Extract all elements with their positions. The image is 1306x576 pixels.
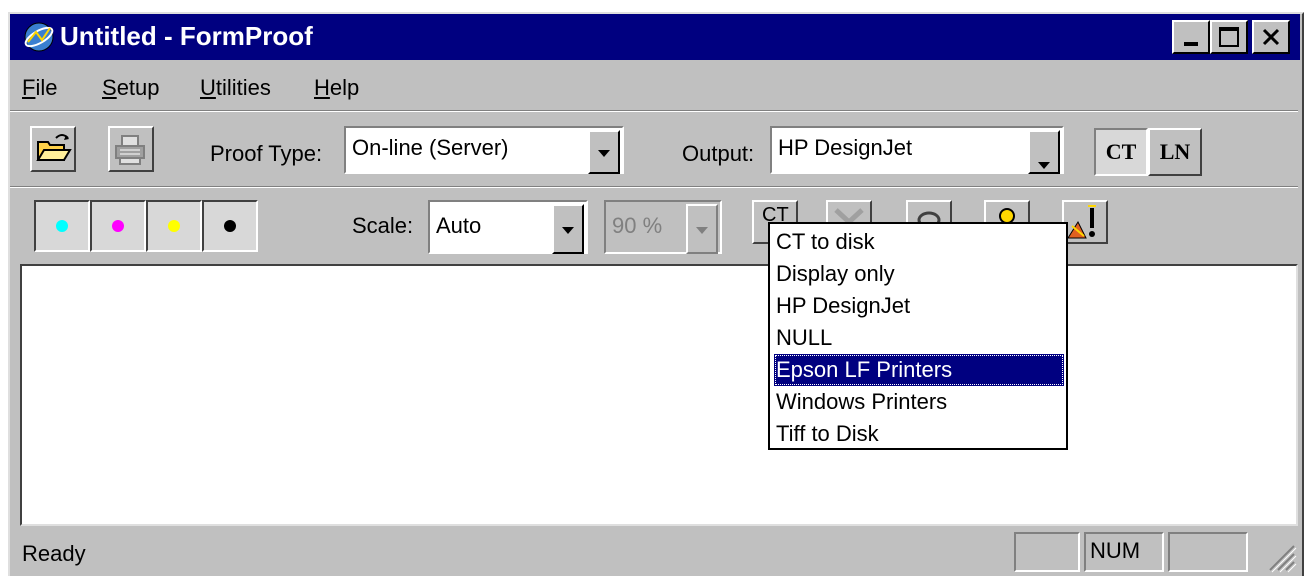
menu-setup-mnemonic: S <box>102 75 117 100</box>
magenta-dot-icon <box>112 220 124 232</box>
dropdown-item-windows-printers[interactable]: Windows Printers <box>774 386 1064 418</box>
menu-file-rest: ile <box>35 75 58 100</box>
zoom-combo[interactable]: 90 % <box>604 200 722 254</box>
status-pane-num: NUM <box>1084 532 1164 572</box>
dropdown-item-epson-lf-printers[interactable]: Epson LF Printers <box>774 354 1064 386</box>
scale-combo[interactable]: Auto <box>428 200 588 254</box>
close-icon <box>1262 28 1280 46</box>
status-pane-scroll <box>1168 532 1248 572</box>
open-folder-icon <box>36 134 72 161</box>
output-dropdown-button[interactable] <box>1028 130 1060 174</box>
menu-help-mnemonic: H <box>314 75 330 100</box>
output-dropdown-list: CT to disk Display only HP DesignJet NUL… <box>768 222 1068 450</box>
ln-toggle-label: LN <box>1159 139 1191 164</box>
maximize-button[interactable] <box>1210 20 1248 54</box>
document-area[interactable] <box>20 264 1298 526</box>
menu-utilities[interactable]: Utilities <box>200 74 271 102</box>
zoom-dropdown-button[interactable] <box>686 204 718 254</box>
minimize-button[interactable] <box>1172 20 1210 54</box>
resize-grip-icon[interactable] <box>1264 542 1300 574</box>
status-pane-caps <box>1014 532 1080 572</box>
black-dot-icon <box>224 220 236 232</box>
open-button[interactable] <box>30 126 76 172</box>
black-ink-button[interactable] <box>202 200 258 252</box>
dropdown-item-display-only[interactable]: Display only <box>774 258 1064 290</box>
dropdown-item-null[interactable]: NULL <box>774 322 1064 354</box>
menu-file[interactable]: File <box>22 74 57 102</box>
proof-type-value: On-line (Server) <box>352 135 509 160</box>
scale-label: Scale: <box>352 213 414 238</box>
output-combo[interactable]: HP DesignJet <box>770 126 1064 174</box>
magenta-ink-button[interactable] <box>90 200 146 252</box>
chevron-down-icon <box>1038 162 1050 169</box>
ct-toggle-label: CT <box>1105 139 1137 164</box>
proof-type-label: Proof Type: <box>210 141 323 166</box>
app-icon[interactable] <box>22 20 56 54</box>
dropdown-item-tiff-to-disk[interactable]: Tiff to Disk <box>774 418 1064 450</box>
proof-type-combo[interactable]: On-line (Server) <box>344 126 624 174</box>
menu-setup[interactable]: Setup <box>102 74 160 102</box>
dropdown-item-hp-designjet[interactable]: HP DesignJet <box>774 290 1064 322</box>
output-label: Output: <box>682 141 755 166</box>
alert-tool-button[interactable] <box>1062 200 1108 244</box>
chevron-down-icon <box>562 227 574 234</box>
ln-toggle-button[interactable]: LN <box>1148 128 1202 176</box>
menu-help-rest: elp <box>329 75 360 100</box>
menu-separator <box>10 110 1298 112</box>
output-value: HP DesignJet <box>778 135 913 160</box>
chevron-down-icon <box>696 227 708 234</box>
cyan-dot-icon <box>56 220 68 232</box>
close-button[interactable] <box>1252 20 1290 54</box>
scale-dropdown-button[interactable] <box>552 204 584 254</box>
window-title: Untitled - FormProof <box>60 21 313 51</box>
minimize-icon <box>1184 42 1198 46</box>
warning-icon <box>1067 205 1096 239</box>
ct-toggle-button[interactable]: CT <box>1094 128 1148 176</box>
zoom-value: 90 % <box>612 213 663 238</box>
proof-type-dropdown-button[interactable] <box>588 130 620 174</box>
status-text: Ready <box>22 541 86 566</box>
menu-utilities-rest: tilities <box>215 75 271 100</box>
menu-file-mnemonic: F <box>22 75 36 100</box>
cyan-ink-button[interactable] <box>34 200 90 252</box>
menu-setup-rest: etup <box>116 75 160 100</box>
maximize-icon <box>1219 27 1239 47</box>
chevron-down-icon <box>598 150 610 157</box>
menu-help[interactable]: Help <box>314 74 359 102</box>
menu-utilities-mnemonic: U <box>200 75 216 100</box>
dropdown-item-ct-to-disk[interactable]: CT to disk <box>774 226 1064 258</box>
print-button[interactable] <box>108 126 154 172</box>
scale-value: Auto <box>436 213 482 238</box>
yellow-dot-icon <box>168 220 180 232</box>
printer-icon <box>115 135 145 165</box>
yellow-ink-button[interactable] <box>146 200 202 252</box>
toolbar-separator <box>10 186 1298 188</box>
